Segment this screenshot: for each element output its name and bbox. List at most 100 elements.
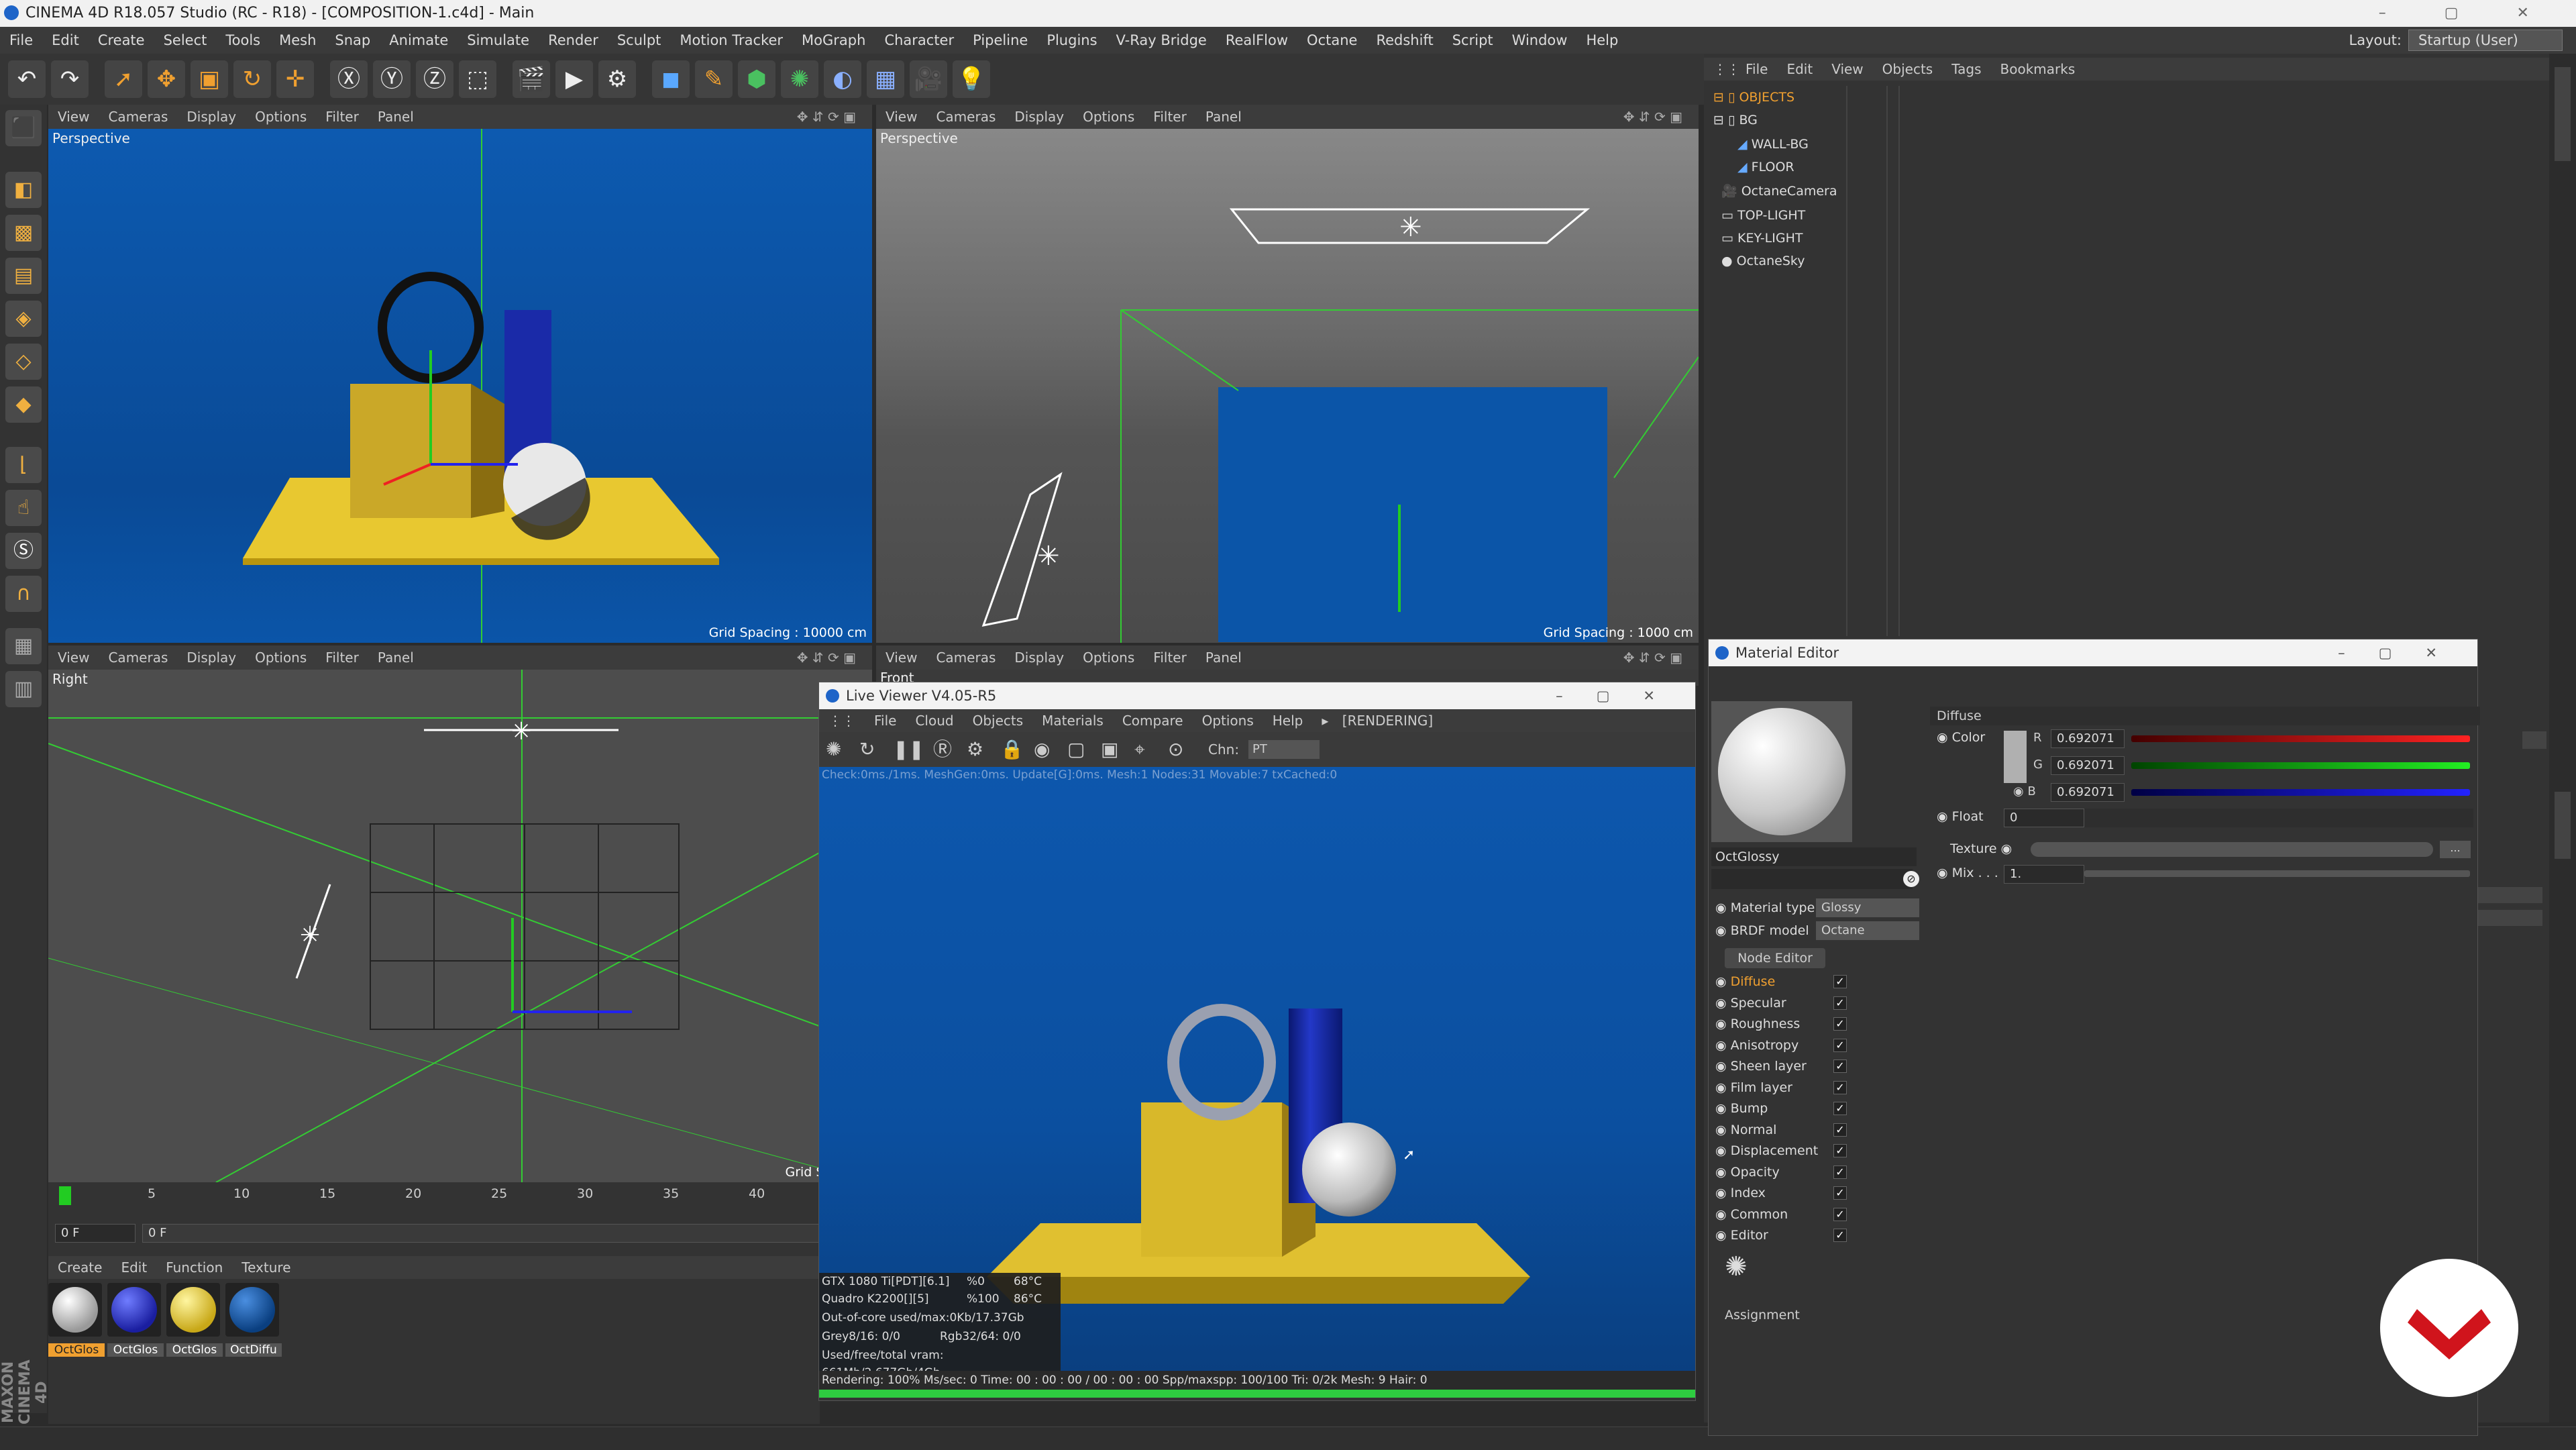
object-row-wall-bg[interactable]: ◢ WALL-BG <box>1737 133 1809 156</box>
viewport-canvas[interactable]: Right ✳ ✳ Grid Spacing <box>48 670 872 1182</box>
channel-checkbox[interactable]: ✓ <box>1833 1102 1847 1115</box>
menu-item-character[interactable]: Character <box>875 27 963 54</box>
channel-checkbox[interactable]: ✓ <box>1833 1207 1847 1221</box>
timeline[interactable]: 0510152025303540 0 F 0 F <box>48 1182 820 1256</box>
object-row-octanecamera[interactable]: 🎥 OctaneCamera <box>1721 180 1837 203</box>
vp-menu-cameras[interactable]: Cameras <box>99 105 177 129</box>
b-value-field[interactable]: 0.692071 <box>2051 783 2125 802</box>
make-editable-icon[interactable]: ⬛ <box>5 110 42 146</box>
tweak-mode-icon[interactable]: ☝ <box>5 490 42 526</box>
render-settings-icon[interactable]: ⚙ <box>598 60 636 98</box>
pause-render-icon[interactable]: ❚❚ <box>893 732 924 767</box>
lv-menu-options[interactable]: Options <box>1193 709 1263 732</box>
channel-checkbox[interactable]: ✓ <box>1833 1080 1847 1094</box>
menu-item-create[interactable]: Create <box>89 27 154 54</box>
tab-objects[interactable] <box>2555 67 2571 161</box>
material-thumb-3[interactable]: OctGlos <box>166 1283 223 1357</box>
lv-menu-help[interactable]: Help <box>1263 709 1313 732</box>
safe-frame-icon[interactable]: ▣ <box>1101 732 1118 767</box>
vp-menu-filter[interactable]: Filter <box>316 105 368 129</box>
vp-menu-display[interactable]: Display <box>1005 105 1073 129</box>
channel-specular[interactable]: ◉ Specular ✓ <box>1715 992 1847 1014</box>
color-swatch[interactable] <box>2004 731 2027 783</box>
r-value-field[interactable]: 0.692071 <box>2051 729 2125 748</box>
mm-menu-edit[interactable]: Edit <box>111 1256 156 1279</box>
axis-mode-icon[interactable]: ⌊ <box>5 447 42 483</box>
channel-diffuse[interactable]: ◉ Diffuse ✓ <box>1715 971 1847 992</box>
render-view-icon[interactable]: 🎬 <box>513 60 550 98</box>
g-slider[interactable] <box>2131 762 2470 769</box>
object-row-floor[interactable]: ◢ FLOOR <box>1737 156 1794 178</box>
vp-menu-filter[interactable]: Filter <box>316 645 368 670</box>
mix-value-field[interactable]: 1. <box>2004 865 2084 884</box>
channel-editor[interactable]: ◉ Editor ✓ <box>1715 1225 1847 1246</box>
vp-menu-panel[interactable]: Panel <box>368 105 423 129</box>
float-slider[interactable] <box>2084 809 2473 827</box>
menu-item-sculpt[interactable]: Sculpt <box>608 27 671 54</box>
menu-item-redshift[interactable]: Redshift <box>1366 27 1442 54</box>
menu-item-pipeline[interactable]: Pipeline <box>963 27 1037 54</box>
clay-mode-icon[interactable]: ◉ <box>1034 732 1050 767</box>
playhead[interactable] <box>59 1186 71 1205</box>
viewport-nav-icons[interactable]: ✥ ⇵ ⟳ ▣ <box>1614 105 1692 129</box>
coordinate-system-icon[interactable]: ⬚ <box>459 60 496 98</box>
channel-checkbox[interactable]: ✓ <box>1833 1186 1847 1200</box>
layout-dropdown[interactable]: Startup (User) <box>2408 30 2563 51</box>
redo-icon[interactable]: ↷ <box>51 60 89 98</box>
restart-render-icon[interactable]: ↻ <box>859 732 875 767</box>
vp-menu-display[interactable]: Display <box>1005 645 1073 670</box>
assignment-tab[interactable]: Assignment <box>1725 1308 1800 1323</box>
subsampling-icon[interactable]: ▢ <box>1067 732 1085 767</box>
mograph-icon[interactable]: ✺ <box>781 60 818 98</box>
model-mode-icon[interactable]: ◧ <box>5 172 42 208</box>
vp-menu-display[interactable]: Display <box>177 105 246 129</box>
vp-menu-filter[interactable]: Filter <box>1144 645 1196 670</box>
channel-film-layer[interactable]: ◉ Film layer ✓ <box>1715 1077 1847 1098</box>
layout-selector[interactable]: Layout: Startup (User) <box>2349 27 2563 54</box>
viewport-nav-icons[interactable]: ✥ ⇵ ⟳ ▣ <box>1614 645 1692 670</box>
current-frame-field[interactable]: 0 F <box>55 1224 136 1243</box>
vp-menu-cameras[interactable]: Cameras <box>926 105 1005 129</box>
object-row-bg[interactable]: ⊟ ▯ BG <box>1713 109 1758 132</box>
material-thumb-2[interactable]: OctGlos <box>107 1283 164 1357</box>
lv-menu-objects[interactable]: Objects <box>963 709 1033 732</box>
vp-menu-filter[interactable]: Filter <box>1144 105 1196 129</box>
region-render-icon[interactable]: Ⓡ <box>933 732 952 767</box>
channel-checkbox[interactable]: ✓ <box>1833 1165 1847 1179</box>
polygons-mode-icon[interactable]: ◆ <box>5 386 42 423</box>
mm-menu-texture[interactable]: Texture <box>232 1256 300 1279</box>
vp-menu-view[interactable]: View <box>876 105 926 129</box>
menu-item-simulate[interactable]: Simulate <box>458 27 539 54</box>
menu-item-motion-tracker[interactable]: Motion Tracker <box>670 27 792 54</box>
panel-grip-icon[interactable]: ⋮⋮ <box>819 709 865 732</box>
menu-item-help[interactable]: Help <box>1576 27 1627 54</box>
scale-tool-icon[interactable]: ▣ <box>191 60 228 98</box>
lock-icon[interactable]: 🔒 <box>1000 732 1024 767</box>
menu-item-script[interactable]: Script <box>1443 27 1503 54</box>
channel-opacity[interactable]: ◉ Opacity ✓ <box>1715 1161 1847 1183</box>
select-tool-icon[interactable]: ➚ <box>105 60 142 98</box>
lv-menu-materials[interactable]: Materials <box>1032 709 1113 732</box>
attr-nav-icons[interactable] <box>2522 731 2546 749</box>
channel-checkbox[interactable]: ✓ <box>1833 1144 1847 1157</box>
viewport-nav-icons[interactable]: ✥ ⇵ ⟳ ▣ <box>788 105 865 129</box>
menu-item-realflow[interactable]: RealFlow <box>1216 27 1297 54</box>
grid-icon[interactable]: ▦ <box>5 628 42 664</box>
subdivision-icon[interactable]: ⬢ <box>738 60 775 98</box>
channel-checkbox[interactable]: ✓ <box>1833 975 1847 988</box>
vp-menu-options[interactable]: Options <box>246 105 316 129</box>
move-tool-icon[interactable]: ✥ <box>148 60 185 98</box>
vp-menu-panel[interactable]: Panel <box>1196 105 1251 129</box>
vp-menu-options[interactable]: Options <box>246 645 316 670</box>
live-viewer-window-controls[interactable]: –▢✕ <box>1556 682 1688 709</box>
object-row-objects[interactable]: ⊟ ▯ OBJECTS <box>1713 86 1794 109</box>
viewport-nav-icons[interactable]: ✥ ⇵ ⟳ ▣ <box>788 645 865 670</box>
pen-icon[interactable]: ✎ <box>695 60 733 98</box>
camera-icon[interactable]: 🎥 <box>910 60 947 98</box>
channel-index[interactable]: ◉ Index ✓ <box>1715 1182 1847 1204</box>
vp-menu-panel[interactable]: Panel <box>368 645 423 670</box>
channel-bump[interactable]: ◉ Bump ✓ <box>1715 1098 1847 1119</box>
object-row-key-light[interactable]: ▭ KEY-LIGHT <box>1721 227 1803 250</box>
material-name-field[interactable]: OctGlossy <box>1711 847 1917 866</box>
menu-item-mograph[interactable]: MoGraph <box>792 27 875 54</box>
